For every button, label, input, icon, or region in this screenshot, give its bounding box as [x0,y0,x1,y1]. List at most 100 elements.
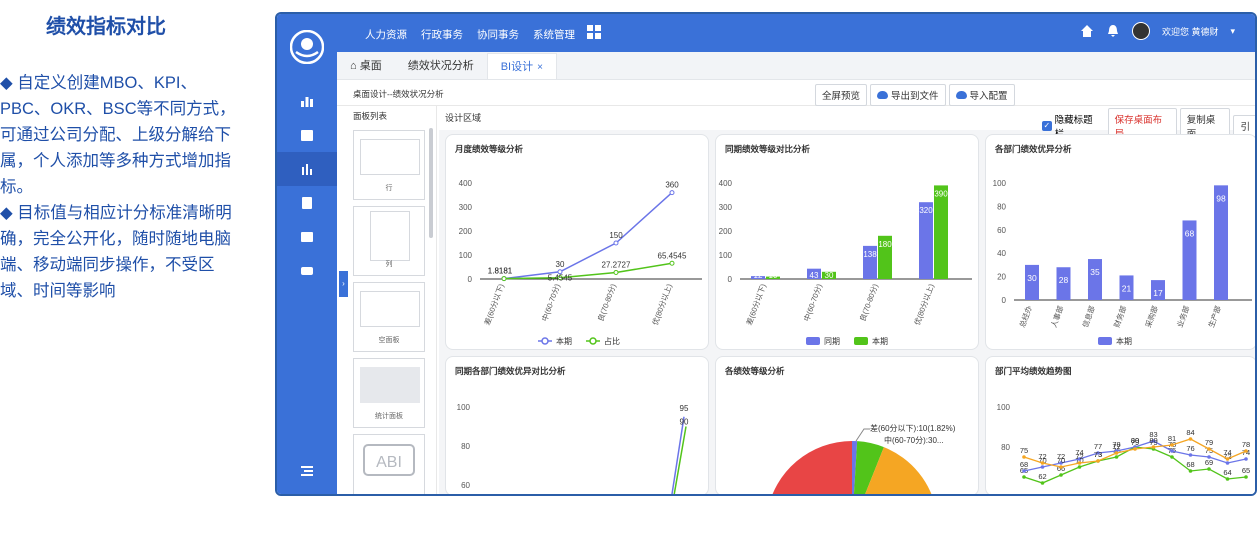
y-tick-label: 40 [997,249,1006,258]
panel-scrollbar[interactable] [429,128,433,238]
x-tick-label: 业务部 [1174,304,1191,329]
panel-item-row[interactable]: 行 [353,130,425,200]
bar-chart-dept: 0 20 40 60 80 100 30 28 35 21 17 68 98 总经办 人事部 信息部 财务部 采购… [993,179,1252,346]
y-tick-label: 300 [719,203,733,212]
panel-item-text[interactable]: ABI [353,434,425,494]
sidebar-item-bi[interactable] [277,152,337,186]
chevron-down-icon[interactable]: ▾ [1230,26,1235,37]
data-point [1022,469,1026,473]
data-point [1059,473,1063,477]
bar-label: 98 [1216,193,1226,203]
x-tick-label: 生产部 [1206,304,1223,329]
fullscreen-preview-button[interactable]: 全屏预览 [815,84,868,106]
nav-collab[interactable]: 协同事务 [477,27,519,42]
data-label: 79 [1131,438,1139,447]
legend-label: 本期 [872,336,888,346]
app-logo-icon [290,30,324,64]
data-label: 68 [1186,460,1194,469]
tab-desktop[interactable]: ⌂ 桌面 [337,53,395,79]
design-area: 设计区域 ✓ 隐藏标题栏 保存桌面布局 复制桌面 引 月度绩效等级分析 0100… [439,106,1255,494]
legend-label: 本期 [556,336,572,346]
breadcrumb: 桌面设计--绩效状况分析 [353,89,444,99]
panel-item-stat[interactable]: 统计面板 [353,358,425,428]
legend-label: 占比 [604,336,620,346]
import-label: 导入配置 [969,91,1008,102]
column-preview [370,211,410,261]
line-chart-monthly: 01002003004001.8181301503601.81815.45452… [459,179,702,346]
bell-icon[interactable] [1106,24,1120,38]
tab-performance[interactable]: 绩效状况分析 [395,53,487,79]
data-label: 62 [1038,472,1046,481]
data-label: 73 [1094,450,1102,459]
data-point [1244,475,1248,479]
label-line [855,428,870,442]
menu-fold-icon [301,466,313,476]
x-tick-label: 良(70-80分) [857,282,880,323]
user-greeting[interactable]: 欢迎您 黄德财 [1162,25,1219,38]
data-label: 81 [1168,434,1176,443]
data-label: 70 [1057,456,1065,465]
bar-label: 21 [1122,283,1132,293]
sidebar-item-stats[interactable] [277,84,337,118]
hide-title-checkbox[interactable]: ✓ [1042,121,1052,131]
data-point [1040,465,1045,469]
promo-paragraph-2: ◆ 目标值与相应计分标准清晰明确，完全公开化，随时随地电脑端、移动端同步操作，不… [0,204,232,300]
series-line [673,426,687,494]
home-icon[interactable] [1080,24,1094,38]
data-point [1151,445,1156,449]
x-tick-label: 人事部 [1048,304,1065,329]
export-button[interactable]: 导出到文件 [870,84,946,106]
sidebar-item-calendar[interactable] [277,118,337,152]
row-preview [360,139,420,175]
x-tick-label: 财务部 [1111,304,1128,329]
y-tick-label: 60 [461,481,470,490]
series-line [671,416,685,494]
bar-label: 138 [863,250,877,259]
y-tick-label: 100 [457,403,471,412]
bar-label: 68 [1185,228,1195,238]
nav-hr[interactable]: 人力资源 [365,27,407,42]
design-title: 设计区域 [445,113,482,123]
avatar[interactable] [1131,22,1150,40]
bar-label: 12 [754,271,763,280]
promo-title: 绩效指标对比 [46,16,166,38]
legend-swatch [806,337,820,345]
close-icon[interactable]: × [537,62,543,73]
panel-item-column[interactable]: 列 [353,206,425,276]
import-button[interactable]: 导入配置 [948,84,1015,106]
nav-admin[interactable]: 行政事务 [421,27,463,42]
sidebar-item-message[interactable] [277,254,337,288]
data-point [1170,449,1174,453]
apps-grid-icon[interactable] [587,25,601,39]
pie-label: 中(60-70分):30... [884,435,944,445]
sidebar-item-report[interactable] [277,220,337,254]
line-chart-trend: 8010065626670737580797568696465687072747… [997,403,1250,485]
data-label: 69 [1205,458,1213,467]
data-point [1040,461,1045,465]
y-tick-label: 100 [997,403,1011,412]
tab-bar: ⌂ 桌面 绩效状况分析 BI设计 × [337,52,1255,80]
data-point [1133,447,1137,451]
panel-item-empty[interactable]: 空面板 [353,282,425,352]
y-tick-label: 400 [719,179,733,188]
data-point [1040,481,1045,485]
data-point [1170,455,1174,459]
legend-label: 同期 [824,337,840,346]
y-tick-label: 20 [997,273,1006,282]
data-label: 77 [1112,442,1120,451]
data-label: 75 [1020,446,1028,455]
data-label: 5.4545 [548,274,573,283]
tab-bi-design[interactable]: BI设计 × [486,53,557,79]
list-icon [302,197,312,209]
data-point [1225,457,1230,461]
data-point [501,276,507,282]
sidebar-item-list[interactable] [277,186,337,220]
expand-panel-toggle[interactable]: › [339,271,348,297]
bar-chart-compare: 0 100 200 300 400 12 43 138 320 10 30 180 390 差(60分以下… [719,179,972,346]
calendar-icon [301,130,313,141]
bar-chart-icon [301,97,313,107]
nav-system[interactable]: 系统管理 [533,27,575,42]
pie-slice [772,441,852,494]
data-label: 72 [1075,452,1083,461]
sidebar-toggle[interactable] [277,454,337,488]
